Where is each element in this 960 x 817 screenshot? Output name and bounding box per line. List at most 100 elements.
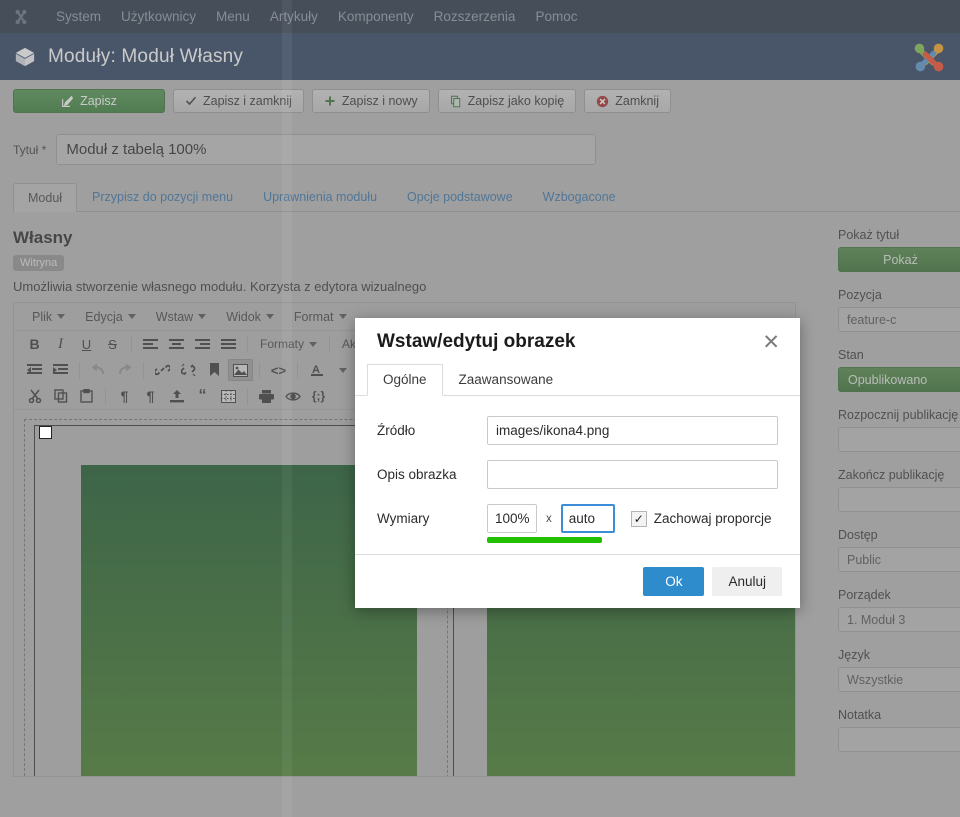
menu-item-help[interactable]: Pomoc xyxy=(525,0,587,33)
position-label: Pozycja xyxy=(838,288,882,302)
menu-item-components[interactable]: Komponenty xyxy=(328,0,424,33)
editor-menu-format[interactable]: Format xyxy=(285,307,356,327)
table-icon[interactable] xyxy=(216,385,241,407)
undo-icon[interactable] xyxy=(86,359,111,381)
language-select[interactable]: Wszystkie xyxy=(838,667,960,692)
dialog-tab-general[interactable]: Ogólne xyxy=(367,364,443,396)
print-icon[interactable] xyxy=(254,385,279,407)
tab-menu-assignment[interactable]: Przypisz do pozycji menu xyxy=(77,182,248,211)
editor-menu-format-label: Format xyxy=(293,309,334,324)
blockquote-icon[interactable]: “ xyxy=(190,385,215,407)
source-label: Źródło xyxy=(377,423,416,438)
sidebar-field-language: Język Wszystkie xyxy=(830,648,960,692)
editor-formats-dropdown[interactable]: Formaty xyxy=(254,337,323,351)
dialog-tab-advanced[interactable]: Zaawansowane xyxy=(443,364,570,395)
dimension-height-input[interactable] xyxy=(560,504,615,533)
close-icon[interactable]: ✕ xyxy=(758,332,784,353)
position-select[interactable]: feature-c xyxy=(838,307,960,332)
editor-menu-edit-label: Edycja xyxy=(85,309,123,324)
menu-item-articles[interactable]: Artykuły xyxy=(260,0,328,33)
ok-button[interactable]: Ok xyxy=(643,567,705,596)
paste-icon[interactable] xyxy=(74,385,99,407)
joomla-brand-logo-icon xyxy=(906,35,952,79)
sidebar-field-access: Dostęp Public xyxy=(830,528,960,572)
dimensions-label: Wymiary xyxy=(377,511,430,526)
menu-item-system[interactable]: System xyxy=(46,0,111,33)
save-new-button[interactable]: Zapisz i nowy xyxy=(311,89,430,113)
dimension-width-input[interactable] xyxy=(487,504,537,533)
image-description-input[interactable] xyxy=(487,460,778,489)
dialog-header: Wstaw/edytuj obrazek ✕ xyxy=(355,318,800,364)
save-button[interactable]: Zapisz xyxy=(13,89,165,113)
text-color-dropdown-icon[interactable] xyxy=(330,359,355,381)
publish-start-input[interactable] xyxy=(838,427,960,452)
menu-item-extensions[interactable]: Rozszerzenia xyxy=(424,0,526,33)
title-field-label: Tytuł * xyxy=(13,142,47,157)
source-code-icon[interactable]: <> xyxy=(266,359,291,381)
title-input[interactable] xyxy=(56,134,597,165)
paragraph-icon[interactable]: ¶ xyxy=(138,385,163,407)
editor-menu-insert[interactable]: Wstaw xyxy=(147,307,216,327)
cut-icon[interactable] xyxy=(22,385,47,407)
show-blocks-icon[interactable]: ¶ xyxy=(112,385,137,407)
save-button-label: Zapisz xyxy=(80,94,117,108)
access-select[interactable]: Public xyxy=(838,547,960,572)
editor-menu-view[interactable]: Widok xyxy=(217,307,283,327)
unlink-icon[interactable] xyxy=(176,359,201,381)
tab-basic-options[interactable]: Opcje podstawowe xyxy=(392,182,528,211)
sidebar-field-publish-end: Zakończ publikację xyxy=(830,468,960,512)
editor-menu-file[interactable]: Plik xyxy=(23,307,74,327)
editor-menu-edit[interactable]: Edycja xyxy=(76,307,145,327)
code-snippet-icon[interactable]: {;} xyxy=(306,385,331,407)
outdent-icon[interactable] xyxy=(22,359,47,381)
page-title: Moduły: Moduł Własny xyxy=(48,45,244,67)
insert-file-icon[interactable] xyxy=(164,385,189,407)
note-label: Notatka xyxy=(838,708,882,722)
copy-icon[interactable] xyxy=(48,385,73,407)
show-title-toggle[interactable]: Pokaż xyxy=(838,247,960,272)
align-left-icon[interactable] xyxy=(138,333,163,355)
ordering-select[interactable]: 1. Moduł 3 xyxy=(838,607,960,632)
tab-module[interactable]: Moduł xyxy=(13,183,78,212)
menu-item-users[interactable]: Użytkownicy xyxy=(111,0,206,33)
strikethrough-icon[interactable]: S xyxy=(100,333,125,355)
italic-icon[interactable]: I xyxy=(48,333,73,355)
anchor-icon[interactable] xyxy=(202,359,227,381)
close-button[interactable]: Zamknij xyxy=(584,89,671,113)
align-center-icon[interactable] xyxy=(164,333,189,355)
dialog-field-source: Źródło xyxy=(377,416,778,445)
toolbar-separator xyxy=(143,361,144,379)
ordering-label: Porządek xyxy=(838,588,891,602)
joomla-logo-icon[interactable] xyxy=(8,4,34,30)
text-color-icon[interactable]: A xyxy=(304,359,329,381)
source-input[interactable] xyxy=(487,416,778,445)
note-input[interactable] xyxy=(838,727,960,752)
state-toggle[interactable]: Opublikowano xyxy=(838,367,960,392)
bold-icon[interactable]: B xyxy=(22,333,47,355)
indent-icon[interactable] xyxy=(48,359,73,381)
align-justify-icon[interactable] xyxy=(216,333,241,355)
link-icon[interactable] xyxy=(150,359,175,381)
redo-icon[interactable] xyxy=(112,359,137,381)
chevron-down-icon xyxy=(127,314,136,319)
tab-permissions[interactable]: Uprawnienia modułu xyxy=(248,182,392,211)
constrain-proportions-label: Zachowaj proporcje xyxy=(653,511,772,526)
copy-icon xyxy=(450,95,462,108)
save-copy-button[interactable]: Zapisz jako kopię xyxy=(437,89,577,113)
table-resize-handle[interactable] xyxy=(39,426,52,439)
constrain-proportions-wrap[interactable]: ✓ Zachowaj proporcje xyxy=(630,510,772,527)
publish-end-input[interactable] xyxy=(838,487,960,512)
tab-advanced[interactable]: Wzbogacone xyxy=(528,182,631,211)
toolbar-separator xyxy=(259,361,260,379)
constrain-proportions-checkbox[interactable]: ✓ xyxy=(630,510,647,527)
chevron-down-icon xyxy=(338,314,347,319)
menu-item-menu[interactable]: Menu xyxy=(206,0,260,33)
page-header: Moduły: Moduł Własny xyxy=(0,33,960,80)
align-right-icon[interactable] xyxy=(190,333,215,355)
underline-icon[interactable]: U xyxy=(74,333,99,355)
image-icon[interactable] xyxy=(228,359,253,381)
preview-icon[interactable] xyxy=(280,385,305,407)
cancel-button[interactable]: Anuluj xyxy=(712,567,782,596)
save-close-button[interactable]: Zapisz i zamknij xyxy=(173,89,304,113)
dialog-title: Wstaw/edytuj obrazek xyxy=(377,331,576,352)
